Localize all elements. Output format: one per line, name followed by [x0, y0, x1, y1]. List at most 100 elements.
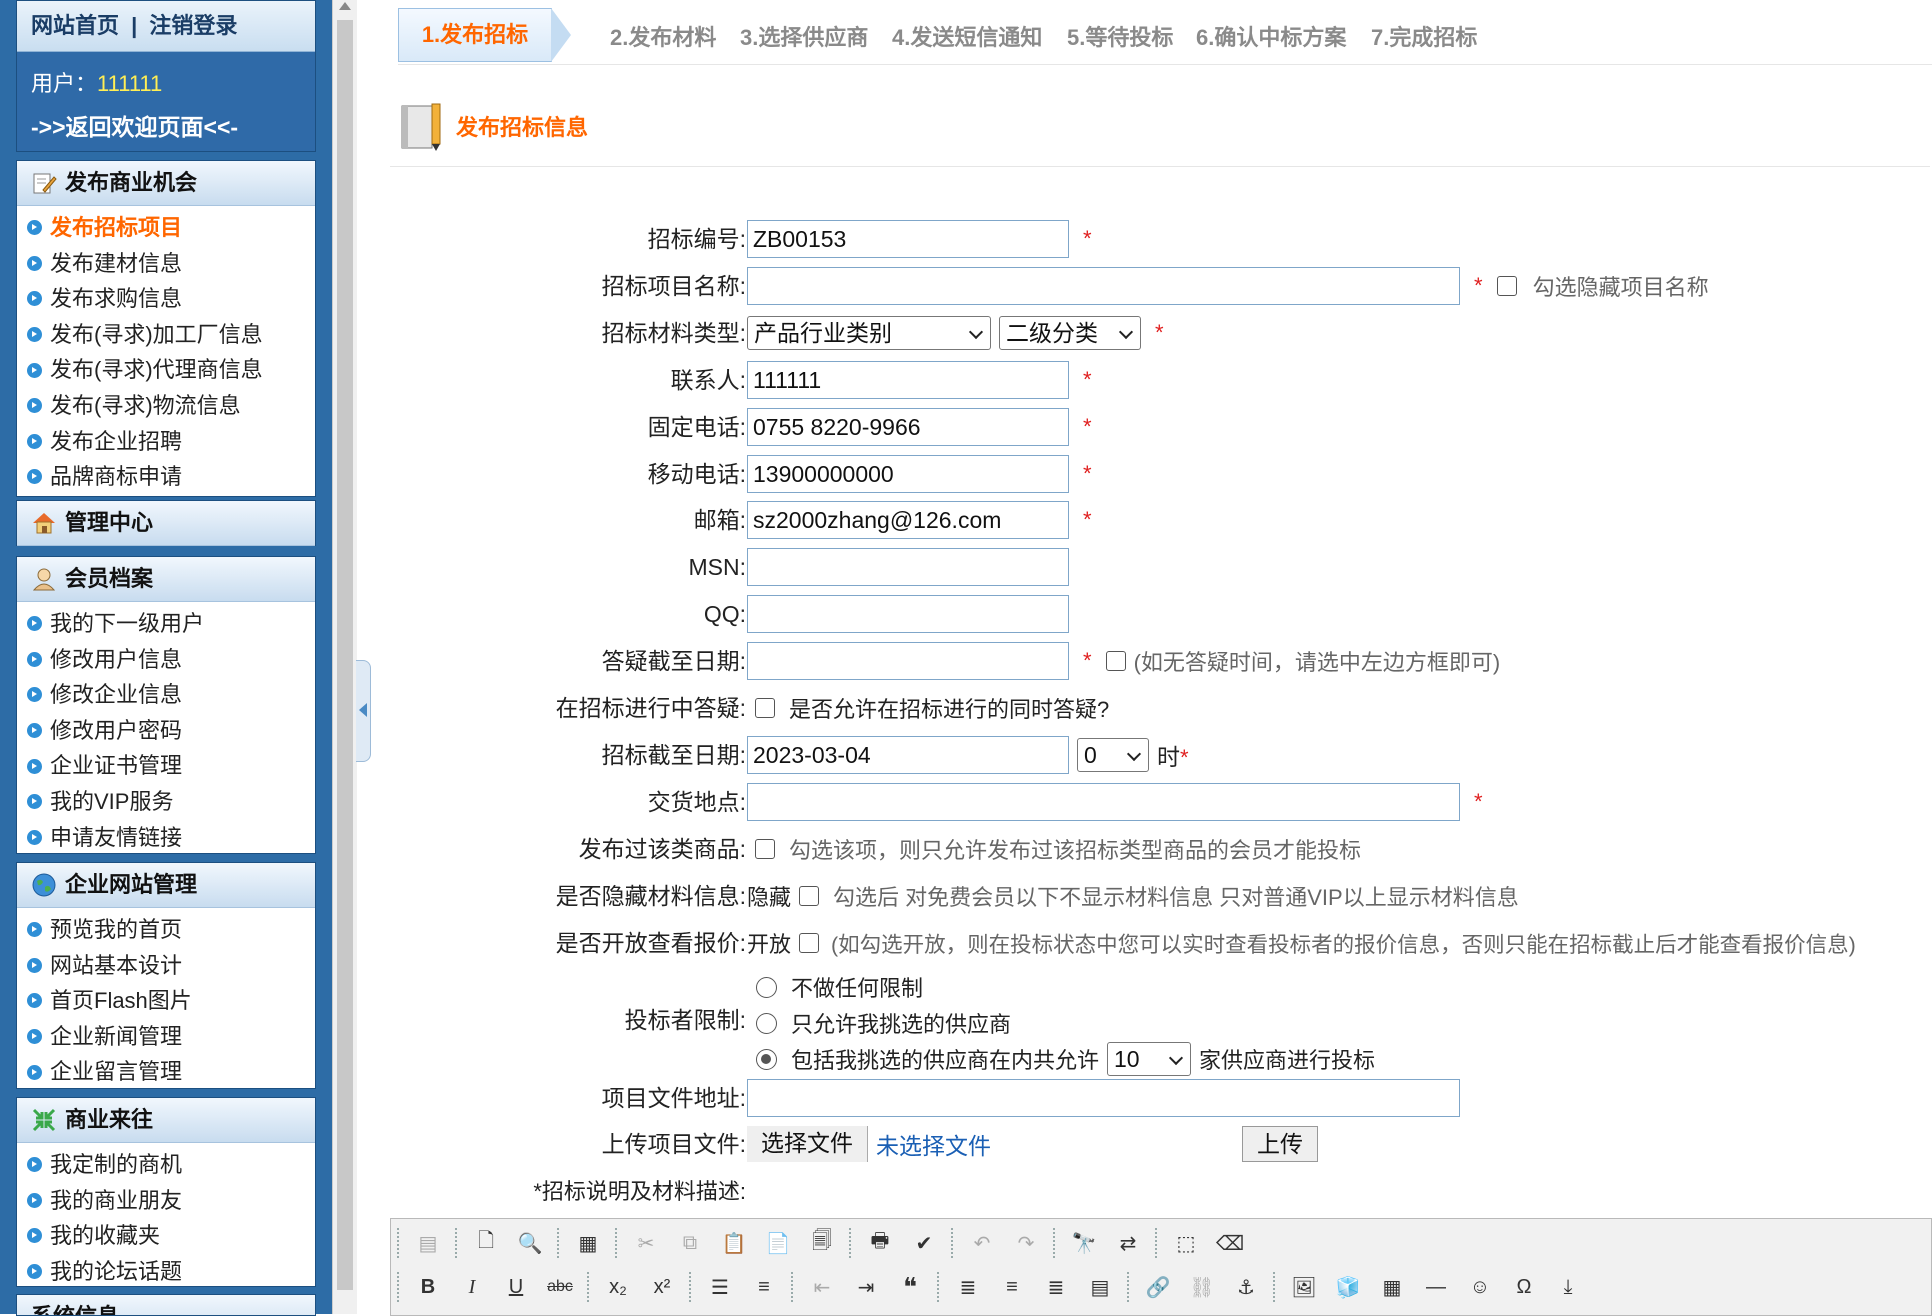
print-icon[interactable]: 🖶	[863, 1226, 897, 1260]
link-icon[interactable]: 🔗	[1141, 1270, 1175, 1304]
bid-no-input[interactable]: ZB00153	[747, 220, 1069, 258]
home-link[interactable]: 网站首页	[31, 13, 119, 38]
sidebar-item-news[interactable]: 企业新闻管理	[17, 1019, 315, 1055]
sidebar-item-vip[interactable]: 我的VIP服务	[17, 784, 315, 820]
sidebar-item-publish-logistics[interactable]: 发布(寻求)物流信息	[17, 388, 315, 424]
msn-input[interactable]	[747, 548, 1069, 586]
justify-icon[interactable]: ▤	[1083, 1270, 1117, 1304]
underline-icon[interactable]: U	[499, 1270, 533, 1304]
sidebar-item-edit-user[interactable]: 修改用户信息	[17, 642, 315, 678]
industry-category-select[interactable]: 产品行业类别	[747, 316, 991, 350]
align-center-icon[interactable]: ≡	[995, 1270, 1029, 1304]
qa-deadline-input[interactable]	[747, 642, 1069, 680]
spellcheck-icon[interactable]: ✔	[907, 1226, 941, 1260]
selected-suppliers-radio[interactable]	[756, 1012, 777, 1034]
numbered-list-icon[interactable]: ☰	[703, 1270, 737, 1304]
outdent-icon[interactable]: ⇤	[805, 1270, 839, 1304]
section-header-system[interactable]: 系统信息	[17, 1295, 315, 1315]
back-to-welcome-link[interactable]: ->>返回欢迎页面<<-	[17, 108, 315, 142]
section-header-member[interactable]: 会员档案	[17, 557, 315, 602]
bid-hour-select[interactable]: 0	[1077, 738, 1149, 772]
sidebar-item-edit-company[interactable]: 修改企业信息	[17, 677, 315, 713]
sidebar-item-publish-purchase[interactable]: 发布求购信息	[17, 281, 315, 317]
published-goods-checkbox[interactable]	[755, 839, 775, 859]
paste-word-icon[interactable]: 🗐	[805, 1226, 839, 1260]
subcategory-select[interactable]: 二级分类	[999, 316, 1141, 350]
sidebar-item-friend-links[interactable]: 申请友情链接	[17, 820, 315, 856]
contact-input[interactable]: 111111	[747, 361, 1069, 399]
align-left-icon[interactable]: ≣	[951, 1270, 985, 1304]
templates-icon[interactable]: ▦	[571, 1226, 605, 1260]
qa-during-checkbox[interactable]	[755, 698, 775, 718]
sidebar-item-business-friends[interactable]: 我的商业朋友	[17, 1183, 315, 1219]
flash-icon[interactable]: 🧊	[1331, 1270, 1365, 1304]
logout-link[interactable]: 注销登录	[149, 13, 237, 38]
sidebar-item-publish-recruit[interactable]: 发布企业招聘	[17, 424, 315, 460]
bid-deadline-input[interactable]: 2023-03-04	[747, 736, 1069, 774]
sidebar-scrollbar[interactable]	[332, 0, 357, 1314]
sidebar-item-forum[interactable]: 我的论坛话题	[17, 1254, 315, 1290]
new-page-icon[interactable]: 🗋	[469, 1226, 503, 1260]
smiley-icon[interactable]: ☺	[1463, 1270, 1497, 1304]
scrollbar-thumb[interactable]	[337, 20, 353, 1290]
bullet-list-icon[interactable]: ≡	[747, 1270, 781, 1304]
select-all-icon[interactable]: ⬚	[1169, 1226, 1203, 1260]
page-break-icon[interactable]: ⤓	[1551, 1270, 1585, 1304]
table-icon[interactable]: ▦	[1375, 1270, 1409, 1304]
sidebar-item-subusers[interactable]: 我的下一级用户	[17, 606, 315, 642]
find-icon[interactable]: 🔭	[1067, 1226, 1101, 1260]
sidebar-item-certificates[interactable]: 企业证书管理	[17, 748, 315, 784]
delivery-input[interactable]	[747, 783, 1460, 821]
sidebar-item-publish-agent[interactable]: 发布(寻求)代理商信息	[17, 352, 315, 388]
copy-icon[interactable]: ⧉	[673, 1226, 707, 1260]
align-right-icon[interactable]: ≣	[1039, 1270, 1073, 1304]
sidebar-item-publish-bid[interactable]: 发布招标项目	[17, 210, 315, 246]
image-icon[interactable]: 🖼	[1287, 1270, 1321, 1304]
source-icon[interactable]: ▤	[411, 1226, 445, 1260]
open-quote-checkbox[interactable]	[799, 933, 820, 953]
sidebar-item-password[interactable]: 修改用户密码	[17, 713, 315, 749]
sidebar-item-publish-factory[interactable]: 发布(寻求)加工厂信息	[17, 317, 315, 353]
remove-format-icon[interactable]: ⌫	[1213, 1226, 1247, 1260]
sidebar-item-brand[interactable]: 品牌商标申请	[17, 459, 315, 495]
hide-project-name-checkbox[interactable]	[1496, 276, 1517, 296]
sidebar-item-site-design[interactable]: 网站基本设计	[17, 948, 315, 984]
scroll-up-icon[interactable]	[339, 2, 351, 10]
special-char-icon[interactable]: Ω	[1507, 1270, 1541, 1304]
sidebar-item-custom-opportunities[interactable]: 我定制的商机	[17, 1147, 315, 1183]
mobile-input[interactable]: 13900000000	[747, 455, 1069, 493]
redo-icon[interactable]: ↷	[1009, 1226, 1043, 1260]
choose-file-button[interactable]: 选择文件	[747, 1126, 868, 1162]
section-header-admin[interactable]: 管理中心	[17, 501, 315, 546]
italic-icon[interactable]: I	[455, 1270, 489, 1304]
paste-icon[interactable]: 📋	[717, 1226, 751, 1260]
sidebar-item-preview-home[interactable]: 预览我的首页	[17, 912, 315, 948]
anchor-icon[interactable]: ⚓	[1229, 1270, 1263, 1304]
undo-icon[interactable]: ↶	[965, 1226, 999, 1260]
supplier-count-select[interactable]: 10	[1107, 1042, 1192, 1076]
section-header-publish[interactable]: 发布商业机会	[17, 161, 315, 206]
horizontal-rule-icon[interactable]: ―	[1419, 1270, 1453, 1304]
supplier-count-radio[interactable]	[756, 1048, 777, 1070]
sidebar-item-publish-material[interactable]: 发布建材信息	[17, 246, 315, 282]
unlink-icon[interactable]: ⛓	[1185, 1270, 1219, 1304]
no-qa-checkbox[interactable]	[1105, 651, 1126, 671]
section-header-business[interactable]: 商业来往	[17, 1098, 315, 1143]
collapse-sidebar-button[interactable]	[356, 660, 371, 762]
phone-input[interactable]: 0755 8220-9966	[747, 408, 1069, 446]
replace-icon[interactable]: ⇄	[1111, 1226, 1145, 1260]
sidebar-item-messages[interactable]: 企业留言管理	[17, 1054, 315, 1090]
no-limit-radio[interactable]	[756, 976, 777, 998]
paste-text-icon[interactable]: 📄	[761, 1226, 795, 1260]
hide-material-checkbox[interactable]	[799, 886, 820, 906]
section-header-website[interactable]: 企业网站管理	[17, 863, 315, 908]
preview-icon[interactable]: 🔍	[513, 1226, 547, 1260]
subscript-icon[interactable]: x₂	[601, 1270, 635, 1304]
blockquote-icon[interactable]: ❝	[893, 1270, 927, 1304]
sidebar-item-flash[interactable]: 首页Flash图片	[17, 983, 315, 1019]
strikethrough-icon[interactable]: abc	[543, 1270, 577, 1304]
indent-icon[interactable]: ⇥	[849, 1270, 883, 1304]
file-url-input[interactable]	[747, 1079, 1460, 1117]
email-input[interactable]: sz2000zhang@126.com	[747, 501, 1069, 539]
qq-input[interactable]	[747, 595, 1069, 633]
